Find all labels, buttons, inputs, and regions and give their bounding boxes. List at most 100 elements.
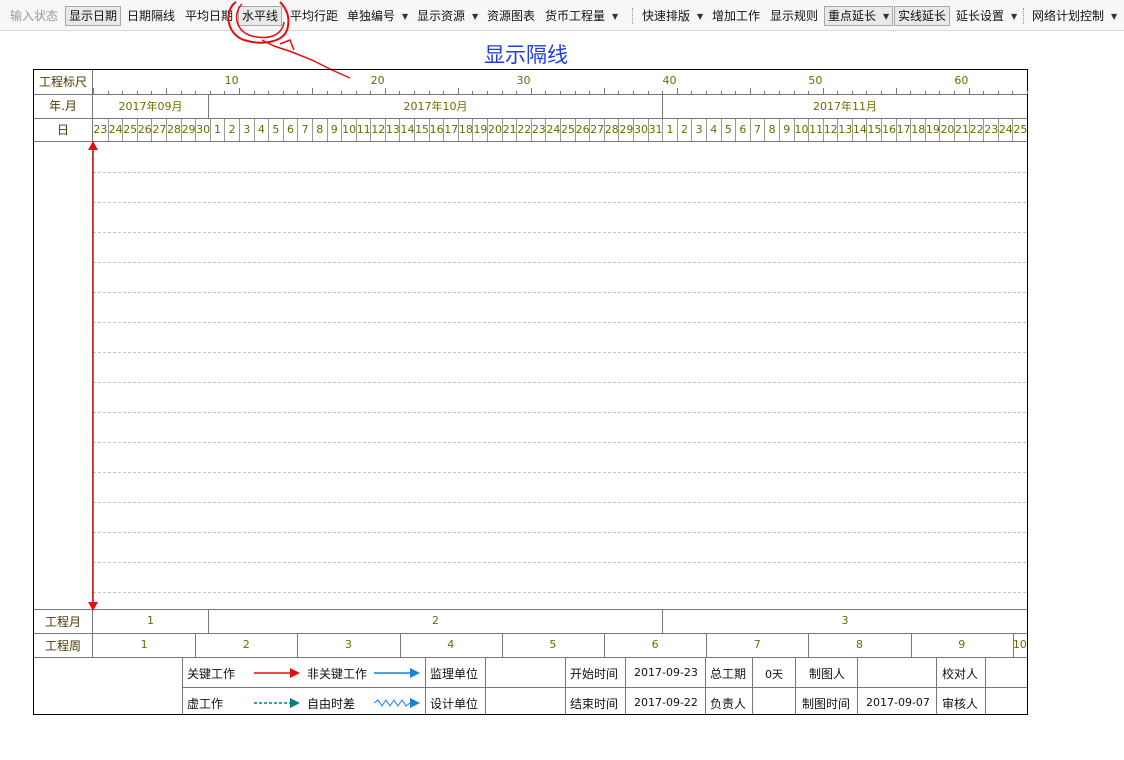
start-time-value: 2017-09-23 [634,666,698,679]
day-cell: 21 [954,119,969,141]
project-week-cell: 7 [753,638,761,651]
show-date-button[interactable]: 显示日期 [65,6,122,26]
design-unit-label: 设计单位 [430,697,479,711]
gridline [93,532,1026,533]
key-extend-dropdown[interactable]: 重点延长 ▼ [824,6,894,26]
project-week-divider [297,634,299,657]
network-plan-control-dropdown[interactable]: 网络计划控制 ▼ [1029,6,1120,26]
ruler-tick-mark [399,91,401,94]
project-week-cell: 9 [958,638,966,651]
project-week-cell: 8 [855,638,863,651]
ruler-tick-mark [954,91,956,94]
ruler-tick-mark [355,91,357,94]
ruler-tick-mark [195,91,197,94]
legend-divider [485,658,486,714]
noncritical-work-label: 非关键工作 [307,667,368,681]
ruler-tick-label: 40 [662,74,677,87]
ruler-tick-mark [735,91,737,94]
gridline [93,442,1026,443]
virtual-work-label: 虚工作 [187,697,224,711]
day-cell: 13 [837,119,852,141]
ruler-tick-mark [560,91,561,94]
day-cell: 29 [180,119,196,141]
day-cell: 14 [399,119,414,141]
ruler-tick-mark [370,91,372,94]
day-cell: 11 [355,119,371,141]
ruler-tick-mark [749,88,751,94]
day-cell: 22 [516,119,531,141]
project-week-cell: 4 [447,638,455,651]
date-gridline-button[interactable]: 日期隔线 [124,6,178,26]
currency-quantity-dropdown[interactable]: 货币工程量 ▼ [542,6,621,26]
project-week-divider [706,634,708,657]
ruler-tick-mark [428,91,430,94]
project-week-label: 工程周 [44,639,81,653]
project-week-divider [604,634,605,657]
end-time-label: 结束时间 [570,697,619,711]
ruler-tick-mark [1012,91,1014,94]
month-cell: 2017年11月 [813,100,877,113]
ruler-tick-mark [457,88,459,94]
day-cell: 5 [720,119,736,141]
day-cell: 28 [165,119,181,141]
currency-quantity-label: 货币工程量 [545,9,606,23]
day-cell: 16 [428,119,444,141]
quick-layout-dropdown[interactable]: 快速排版 ▼ [639,6,706,26]
day-cell: 1 [662,119,677,141]
legend-divider [705,658,706,714]
ruler-tick-mark [997,91,999,94]
ruler-tick-mark [443,91,445,94]
ruler-tick-mark [793,91,795,94]
ruler-tick-mark [268,91,270,94]
total-duration-value: 0天 [765,668,783,681]
ruler-tick-mark [662,91,664,94]
day-cell: 14 [851,119,867,141]
ruler-tick-mark [238,88,240,94]
day-cell: 21 [501,119,517,141]
ruler-tick-mark [808,91,810,94]
day-cell: 26 [136,119,152,141]
noncritical-arrow-icon [374,668,420,678]
ruler-tick-label: 50 [808,74,823,87]
solid-extend-button[interactable]: 实线延长 [894,6,951,26]
ruler-tick-mark [326,91,328,94]
dropdown-arrow-icon: ▼ [1011,11,1018,21]
day-cell: 10 [793,119,809,141]
critical-arrow-icon [254,668,300,678]
project-week-divider [808,634,810,657]
day-cell: 4 [253,119,269,141]
footer-divider [34,609,1027,610]
draw-time-value: 2017-09-07 [866,696,930,709]
day-cell: 12 [370,119,385,141]
header-divider [34,141,1027,142]
day-cell: 11 [808,119,823,141]
drafter-label: 制图人 [809,667,846,681]
legend-divider [795,658,796,714]
add-work-button[interactable]: 增加工作 [709,6,763,26]
day-cell: 25 [1012,119,1027,141]
day-cell: 5 [268,119,283,141]
ruler-tick-mark [968,88,970,94]
ruler-tick-mark [881,91,883,94]
gridline [93,262,1026,263]
resource-chart-button[interactable]: 资源图表 [484,6,538,26]
ruler-tick-mark [895,88,897,94]
day-cell: 15 [866,119,881,141]
day-cell: 28 [603,119,619,141]
show-rules-button[interactable]: 显示规则 [767,6,821,26]
day-cell: 30 [195,119,210,141]
ruler-tick-mark [691,91,693,94]
ruler-tick-mark [297,91,299,94]
toolbar-separator [632,8,634,24]
day-cell: 22 [968,119,984,141]
input-state-button[interactable]: 输入状态 [7,6,61,26]
toolbar-separator [1023,8,1025,24]
extend-settings-dropdown[interactable]: 延长设置 ▼ [953,6,1020,26]
project-week-divider [195,634,197,657]
show-resource-dropdown[interactable]: 显示资源 ▼ [414,6,481,26]
legend-divider [936,658,937,714]
gridline [93,382,1026,383]
project-week-cell: 10 [1012,638,1027,651]
ruler-tick-mark [851,91,853,94]
day-cell: 12 [822,119,838,141]
